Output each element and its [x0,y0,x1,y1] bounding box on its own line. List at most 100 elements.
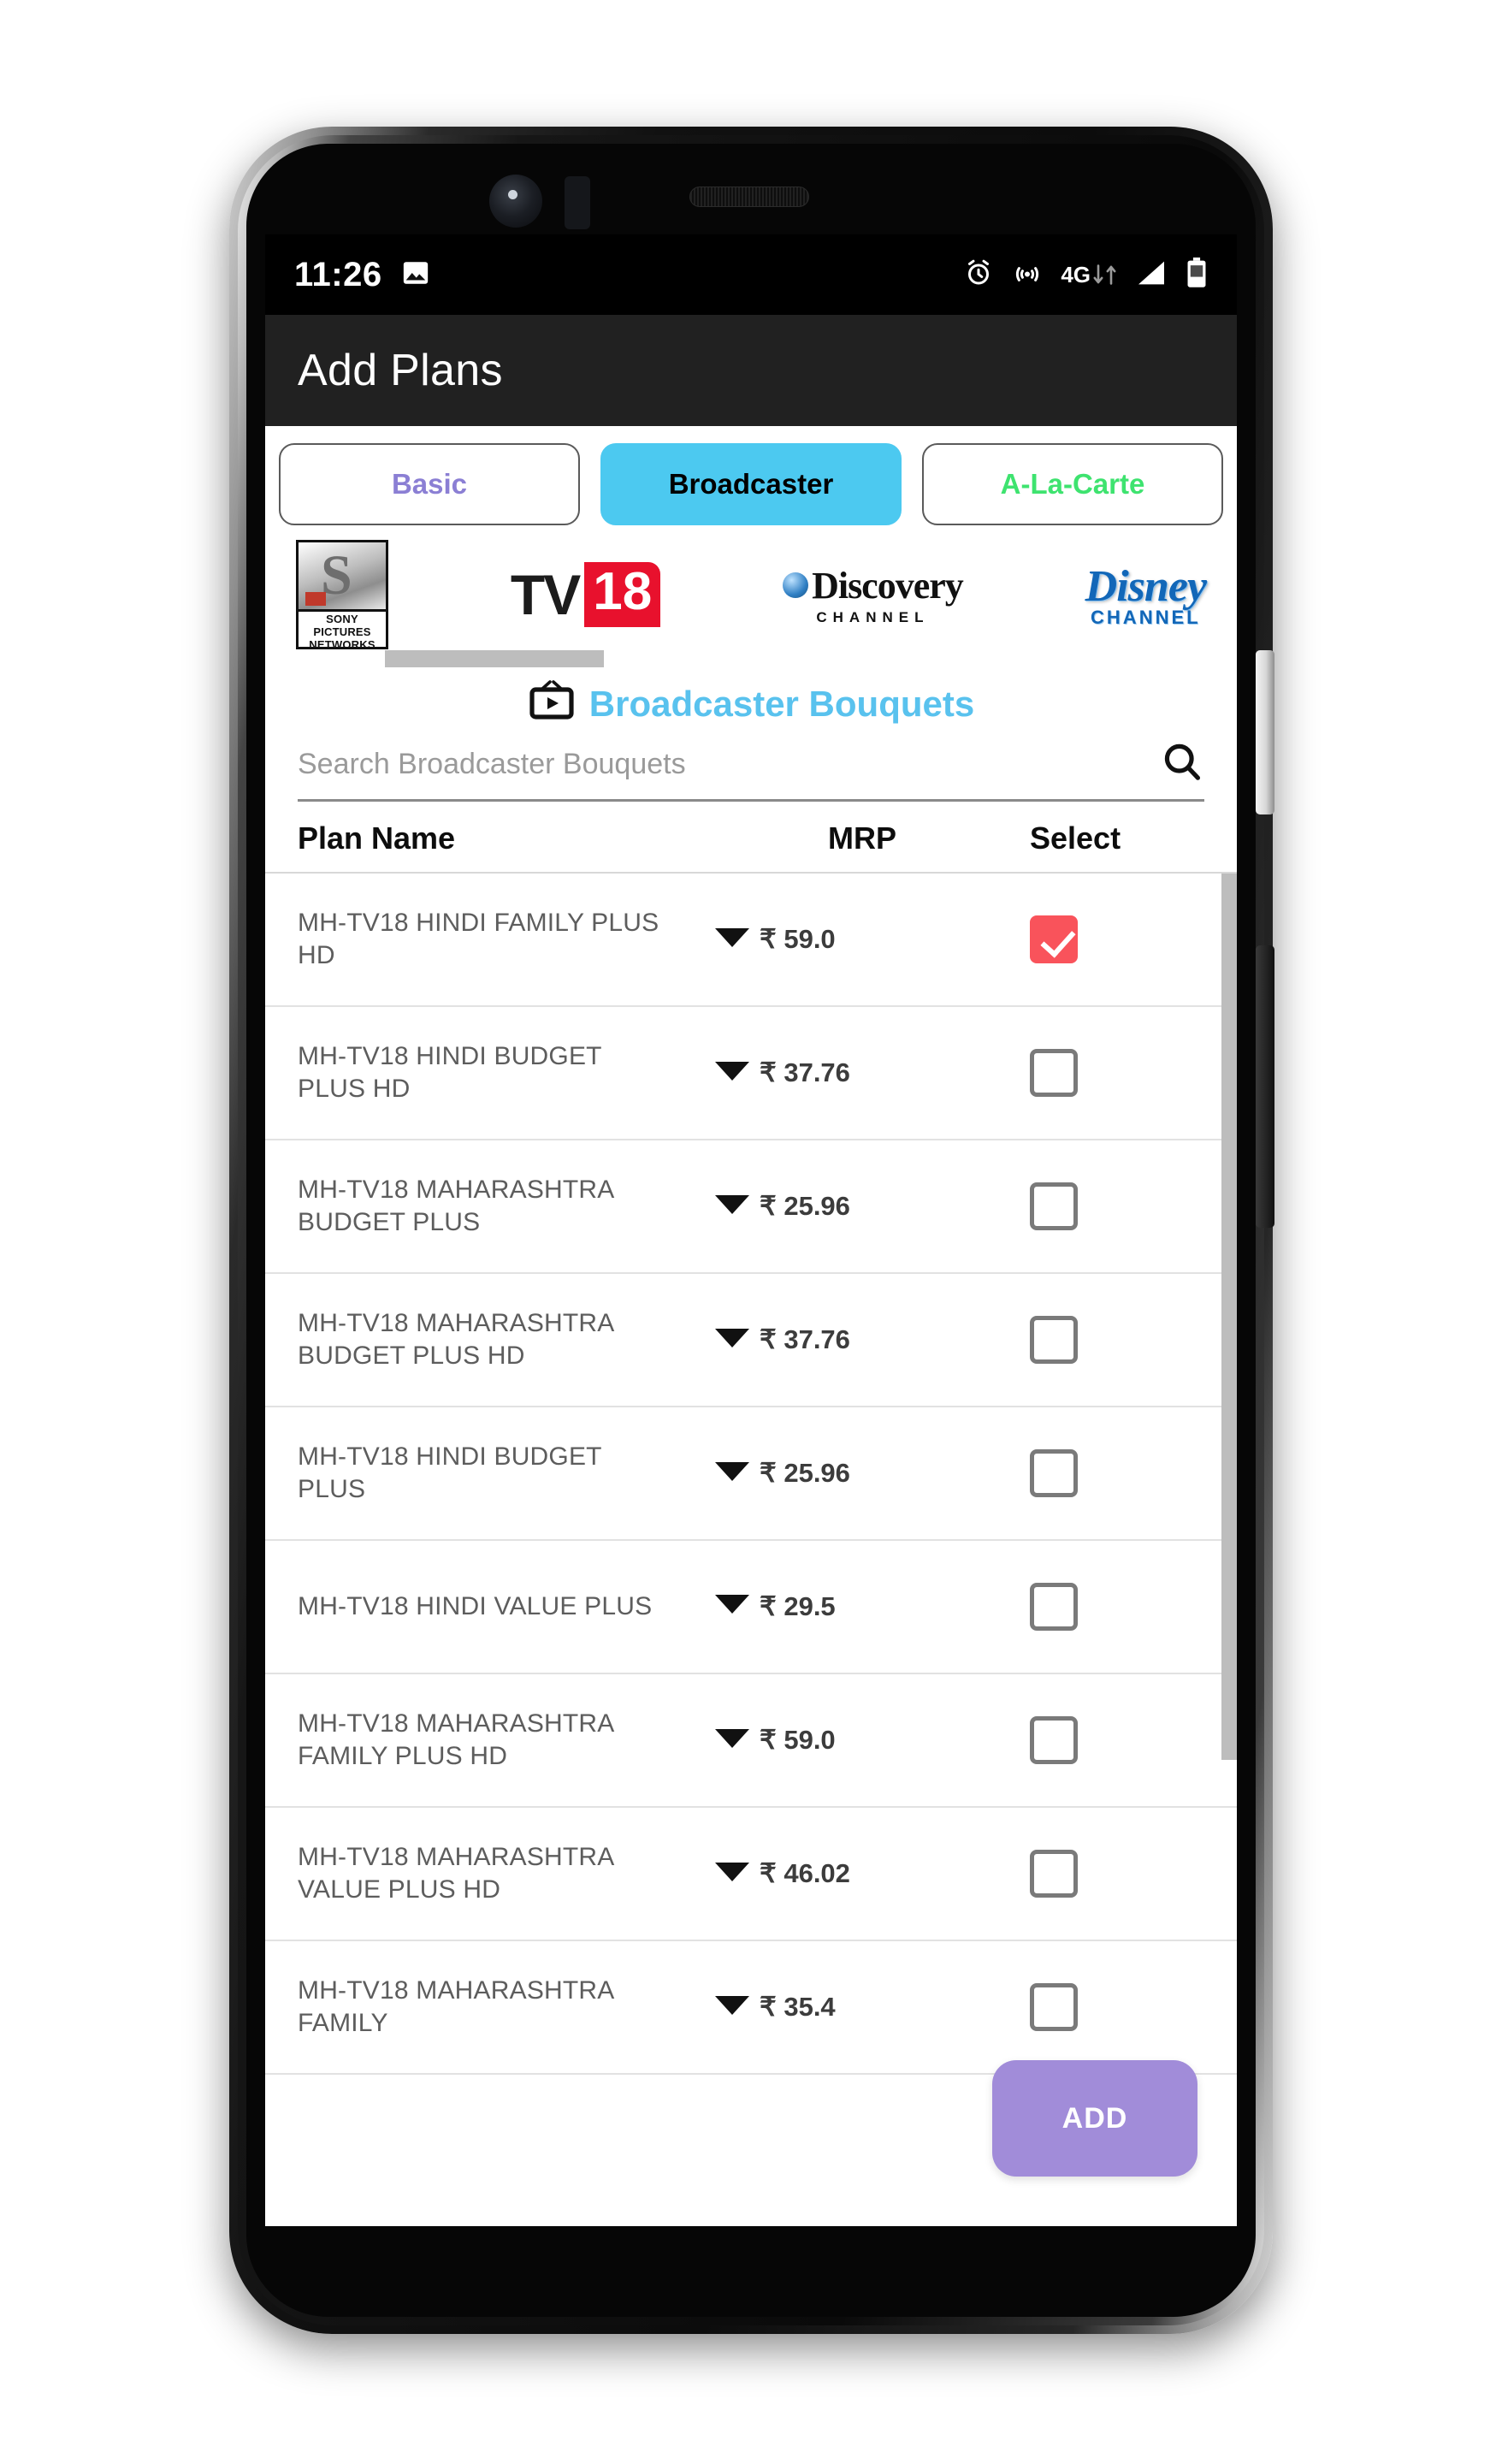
signal-icon [1134,258,1168,292]
proximity-sensor-icon [565,176,590,229]
status-bar: 11:26 4G [265,234,1237,315]
cell-select[interactable] [1030,1449,1204,1497]
front-camera-icon [489,175,542,228]
disney-channel-logo[interactable]: Disney CHANNEL [1085,561,1207,629]
column-header-mrp: MRP [828,820,896,856]
cell-plan-name: MH-TV18 HINDI BUDGET PLUS HD [298,1040,760,1106]
page-title: Add Plans [298,346,503,395]
table-row[interactable]: MH-TV18 HINDI BUDGET PLUS ₹ 25.96 [265,1407,1237,1541]
table-row[interactable]: MH-TV18 MAHARASHTRA VALUE PLUS HD ₹ 46.02 [265,1808,1237,1941]
cell-mrp: ₹ 59.0 [760,924,836,954]
disney-sub: CHANNEL [1091,606,1201,628]
sony-pictures-networks-logo[interactable]: S SONY PICTURES NETWORKS [296,540,388,649]
tab-a-la-carte[interactable]: A-La-Carte [922,443,1223,525]
cell-select[interactable] [1030,1983,1204,2031]
discovery-channel-logo[interactable]: Discovery CHANNEL [783,564,964,626]
search-icon[interactable] [1160,740,1204,789]
checkbox-unchecked[interactable] [1030,1850,1078,1898]
main-content: Basic Broadcaster A-La-Carte S SONY PICT… [265,426,1237,2226]
tab-broadcaster[interactable]: Broadcaster [600,443,902,525]
chevron-down-icon[interactable] [713,1459,751,1489]
earpiece-speaker [689,187,809,207]
section-title-label: Broadcaster Bouquets [588,683,975,724]
data-arrows-icon [1092,264,1117,286]
tab-a-la-carte-label: A-La-Carte [1000,468,1145,500]
table-row[interactable]: MH-TV18 HINDI VALUE PLUS ₹ 29.5 [265,1541,1237,1674]
search-input[interactable] [298,748,1160,781]
cell-plan-name: MH-TV18 MAHARASHTRA BUDGET PLUS [298,1174,760,1240]
tv18-tv-text: TV [510,563,581,626]
sony-line3: NETWORKS [309,637,376,649]
checkbox-unchecked[interactable] [1030,1182,1078,1230]
checkbox-unchecked[interactable] [1030,1316,1078,1364]
checkbox-unchecked[interactable] [1030,1583,1078,1631]
alarm-icon [963,258,994,293]
sony-red-mark [305,592,326,606]
cell-plan-name: MH-TV18 MAHARASHTRA VALUE PLUS HD [298,1841,760,1907]
discovery-word: Discovery [812,564,964,607]
add-button[interactable]: ADD [992,2060,1197,2177]
cell-mrp: ₹ 59.0 [760,1725,836,1755]
broadcaster-logo-strip[interactable]: S SONY PICTURES NETWORKS TV 18 Discovery… [265,530,1237,649]
camera-highlight [508,190,517,199]
table-row[interactable]: MH-TV18 MAHARASHTRA FAMILY ₹ 35.4 [265,1941,1237,2075]
cell-plan-name: MH-TV18 MAHARASHTRA FAMILY [298,1975,760,2040]
list-scrollbar-thumb[interactable] [1221,874,1237,1760]
cell-select[interactable] [1030,1316,1204,1364]
cell-mrp: ₹ 29.5 [760,1591,836,1621]
search-bar[interactable] [298,740,1204,802]
checkbox-unchecked[interactable] [1030,1449,1078,1497]
chevron-down-icon[interactable] [713,1058,751,1088]
table-row[interactable]: MH-TV18 MAHARASHTRA BUDGET PLUS HD ₹ 37.7… [265,1274,1237,1407]
discovery-globe-icon [783,572,809,598]
cell-plan-name: MH-TV18 MAHARASHTRA FAMILY PLUS HD [298,1708,760,1774]
chevron-down-icon[interactable] [713,1726,751,1756]
chevron-down-icon[interactable] [713,1192,751,1222]
chevron-down-icon[interactable] [713,1325,751,1355]
sony-line1: SONY [326,613,358,625]
chevron-down-icon[interactable] [713,925,751,955]
column-header-plan-name: Plan Name [298,820,456,856]
cell-mrp: ₹ 37.76 [760,1324,850,1354]
image-icon [401,258,430,292]
status-clock: 11:26 [294,255,382,293]
plan-name-label: MH-TV18 MAHARASHTRA FAMILY [298,1975,613,2037]
tab-basic[interactable]: Basic [279,443,580,525]
checkbox-unchecked[interactable] [1030,1049,1078,1097]
cell-select[interactable] [1030,915,1204,963]
cell-plan-name: MH-TV18 HINDI VALUE PLUS [298,1590,760,1623]
table-row[interactable]: MH-TV18 MAHARASHTRA FAMILY PLUS HD ₹ 59.0 [265,1674,1237,1808]
4g-icon: 4G [1061,264,1117,286]
plan-list: MH-TV18 HINDI FAMILY PLUS HD ₹ 59.0 MH-TV1… [265,874,1237,2075]
cell-plan-name: MH-TV18 HINDI BUDGET PLUS [298,1441,760,1507]
table-row[interactable]: MH-TV18 HINDI BUDGET PLUS HD ₹ 37.76 [265,1007,1237,1140]
cell-mrp: ₹ 46.02 [760,1858,850,1888]
checkbox-checked[interactable] [1030,915,1078,963]
cell-mrp: ₹ 35.4 [760,1992,836,2022]
cell-select[interactable] [1030,1583,1204,1631]
plan-name-label: MH-TV18 HINDI FAMILY PLUS HD [298,908,659,969]
table-row[interactable]: MH-TV18 HINDI FAMILY PLUS HD ₹ 59.0 [265,874,1237,1007]
chevron-down-icon[interactable] [713,1859,751,1889]
logo-scrollbar-thumb[interactable] [385,650,604,667]
battery-icon [1186,257,1208,293]
list-scrollbar-track[interactable] [1221,874,1237,2075]
tab-broadcaster-label: Broadcaster [668,468,834,500]
chevron-down-icon[interactable] [713,1591,751,1621]
cell-select[interactable] [1030,1716,1204,1764]
tv18-18-text: 18 [584,562,661,627]
chevron-down-icon[interactable] [713,1993,751,2023]
power-button[interactable] [1256,945,1274,1228]
discovery-sub: CHANNEL [816,608,930,625]
table-row[interactable]: MH-TV18 MAHARASHTRA BUDGET PLUS ₹ 25.96 [265,1140,1237,1274]
checkbox-unchecked[interactable] [1030,1716,1078,1764]
cell-select[interactable] [1030,1049,1204,1097]
sony-line2: PICTURES [313,625,371,638]
cell-select[interactable] [1030,1850,1204,1898]
volume-button[interactable] [1256,650,1274,814]
table-header: Plan Name MRP Select [265,802,1237,874]
cell-select[interactable] [1030,1182,1204,1230]
tv18-logo[interactable]: TV 18 [510,562,661,627]
cell-plan-name: MH-TV18 HINDI FAMILY PLUS HD [298,907,760,973]
checkbox-unchecked[interactable] [1030,1983,1078,2031]
